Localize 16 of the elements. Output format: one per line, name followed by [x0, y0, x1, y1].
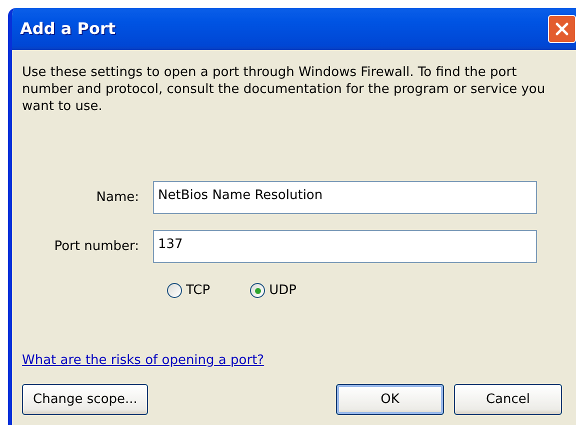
window-title: Add a Port [20, 18, 116, 40]
radio-button[interactable] [167, 283, 182, 298]
close-icon [554, 21, 570, 37]
close-button[interactable] [548, 15, 576, 43]
dialog-button[interactable]: OK [336, 384, 444, 415]
field-label: Port number: [53, 238, 140, 256]
help-link[interactable]: What are the risks of opening a port? [22, 350, 264, 370]
radio-option[interactable]: UDP [250, 281, 296, 300]
name-field[interactable]: NetBios Name Resolution [153, 181, 537, 214]
dialog-button[interactable]: Cancel [454, 384, 562, 415]
intro-text: Use these settings to open a port through Windows Firewall. To find the port number and protocol, consult the documentation for the program or service you want to use. [22, 64, 546, 115]
port-number-field[interactable]: 137 [153, 230, 537, 263]
dialog-button[interactable]: Change scope... [22, 384, 148, 415]
radio-button[interactable] [250, 283, 266, 298]
field-label: Name: [95, 188, 140, 207]
radio-option[interactable]: TCP [167, 281, 210, 300]
